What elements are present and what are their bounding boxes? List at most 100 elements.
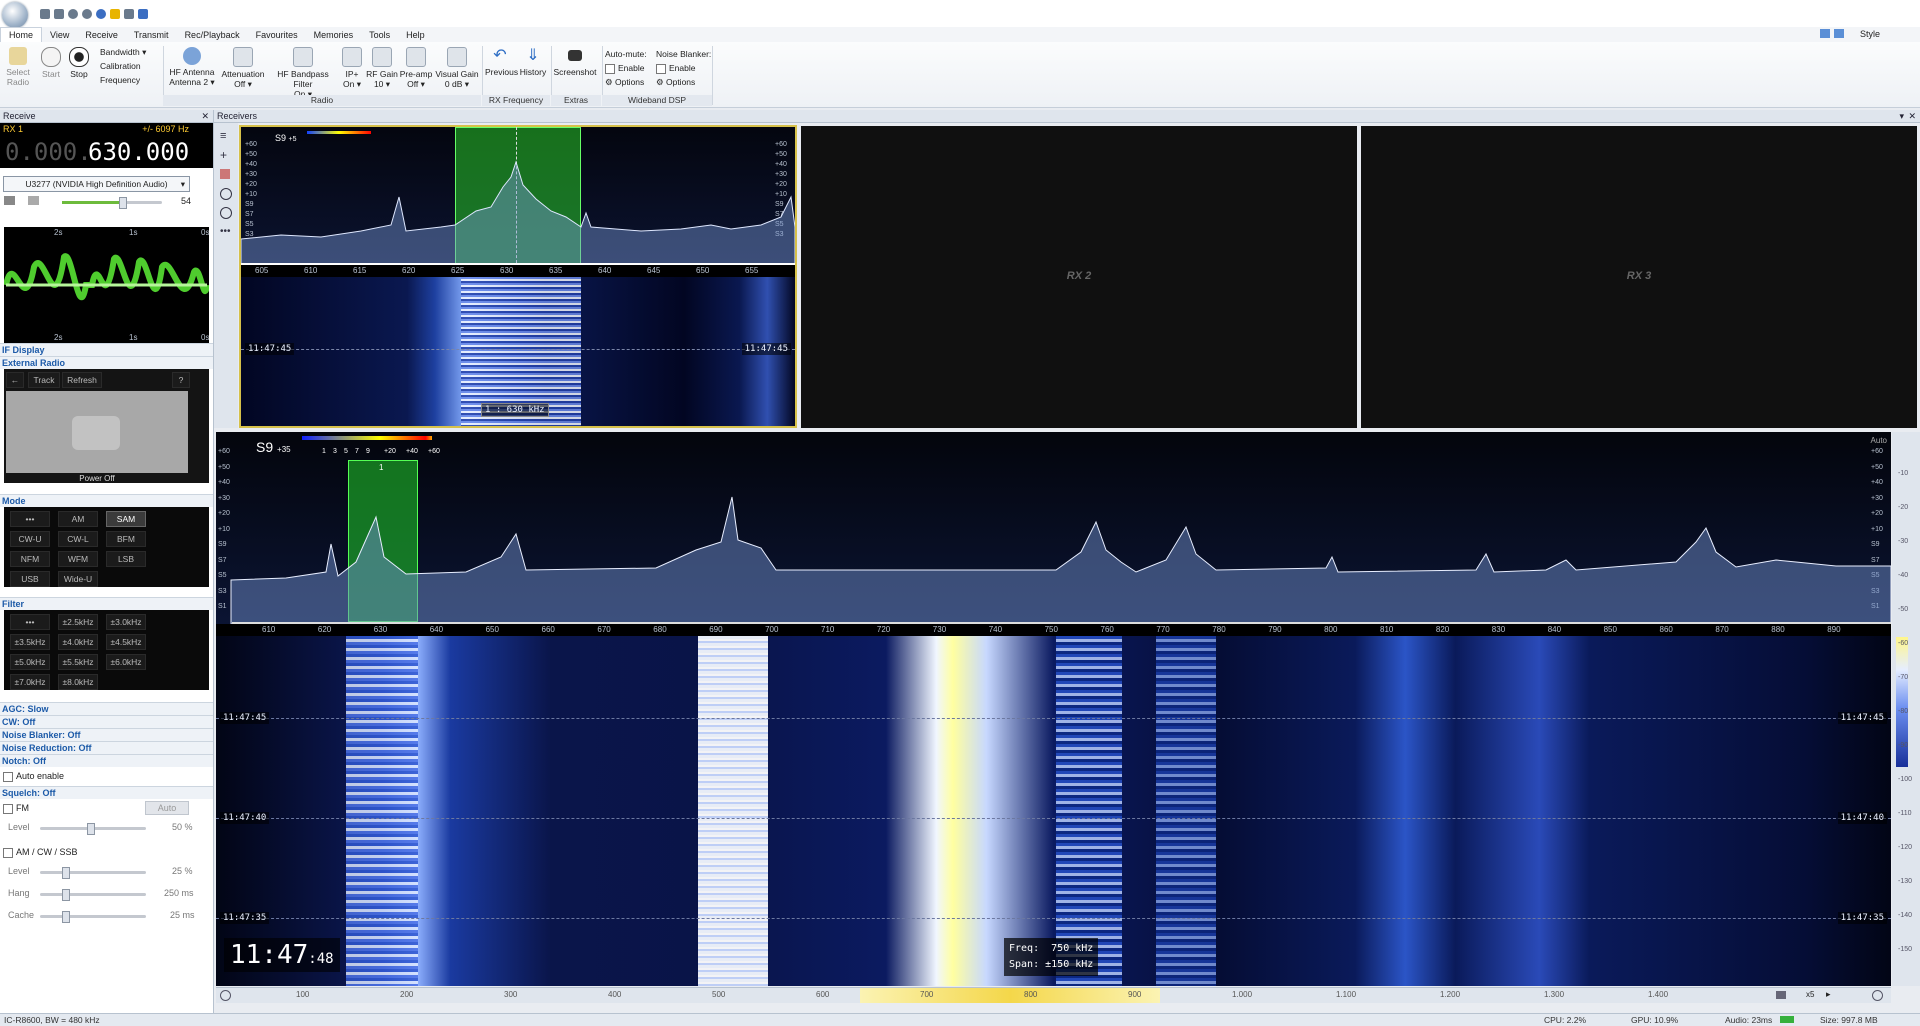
mode-lsb-button[interactable]: LSB — [106, 551, 146, 567]
equalizer-icon[interactable] — [4, 196, 15, 205]
wideband-spectrum[interactable]: S9 +35 1 3 5 7 9 +20 +40 +60 +60 +50 +40 +30 +20 +10… — [216, 432, 1891, 624]
style-menu[interactable]: Style — [1860, 28, 1880, 41]
back-button[interactable]: ← — [6, 372, 24, 388]
filter-more-button[interactable]: ••• — [10, 614, 50, 630]
mode-wideu-button[interactable]: Wide-U — [58, 571, 98, 587]
menu-favourites[interactable]: Favourites — [248, 28, 306, 42]
stop-icon[interactable] — [82, 9, 92, 19]
bandwidth-button[interactable]: Bandwidth ▾ — [100, 47, 146, 57]
auto-enable-checkbox[interactable] — [3, 771, 13, 782]
application-menu-button[interactable] — [2, 2, 28, 28]
noise-blanker-checkbox[interactable] — [656, 63, 666, 74]
star-icon[interactable] — [110, 9, 120, 19]
fm-level-slider[interactable] — [40, 823, 146, 835]
am-level-slider[interactable] — [40, 867, 146, 879]
auto-mute-enable[interactable]: Enable — [605, 63, 644, 74]
more-icon[interactable]: ••• — [220, 226, 231, 237]
agc-section[interactable]: AGC: Slow — [0, 702, 213, 715]
mode-more-button[interactable]: ••• — [10, 511, 50, 527]
zoom-out-icon[interactable] — [220, 207, 232, 219]
filter-2-5-button[interactable]: ±2.5kHz — [58, 614, 98, 630]
menu-rec-playback[interactable]: Rec/Playback — [177, 28, 248, 42]
arrow-right-icon[interactable]: ▸ — [1826, 989, 1831, 1000]
cw-section[interactable]: CW: Off — [0, 715, 213, 728]
mode-sam-button[interactable]: SAM — [106, 511, 146, 527]
zoom-in-icon[interactable] — [220, 188, 232, 200]
reset-icon[interactable] — [220, 990, 231, 1001]
frequency-button[interactable]: Frequency — [100, 75, 140, 85]
filter-5-0-button[interactable]: ±5.0kHz — [10, 654, 50, 670]
volume-slider[interactable] — [62, 197, 162, 209]
layout-icon[interactable] — [1820, 29, 1830, 38]
squelch-auto-button[interactable]: Auto — [145, 801, 189, 815]
noise-reduction-section[interactable]: Noise Reduction: Off — [0, 741, 213, 754]
filter-3-0-button[interactable]: ±3.0kHz — [106, 614, 146, 630]
am-level-knob[interactable] — [62, 867, 70, 879]
overview-bar[interactable]: x5 ▸ 100 200 300 400 500 600 700 800 900 1.000 1.1… — [216, 987, 1891, 1003]
cache-knob[interactable] — [62, 911, 70, 923]
home-icon[interactable] — [40, 9, 50, 19]
frequency-display[interactable]: RX 1 +/- 6097 Hz 0.000. 630.000 — [0, 123, 213, 168]
chevron-down-icon[interactable]: ▾ — [1899, 110, 1904, 122]
target-icon[interactable] — [1872, 990, 1883, 1001]
previous-button[interactable]: ↶ Previous — [485, 47, 518, 77]
select-radio-button[interactable]: Select Radio — [4, 47, 32, 87]
rx1-display[interactable]: S9 +5 +60 +50 +40 +30 +20 +10 S9 S7 S5 S3 +60 +50 +… — [239, 125, 797, 428]
noise-blanker-enable[interactable]: Enable — [656, 63, 695, 74]
stop-button[interactable]: Stop — [68, 47, 90, 79]
screenshot-button[interactable]: Screenshot — [553, 47, 597, 77]
ip-button[interactable]: IP+ On ▾ — [340, 47, 364, 89]
mode-section[interactable]: Mode — [0, 494, 213, 507]
auto-enable-option[interactable]: Auto enable — [3, 771, 64, 782]
window-icon[interactable] — [1834, 29, 1844, 38]
mode-bfm-button[interactable]: BFM — [106, 531, 146, 547]
filter-7-0-button[interactable]: ±7.0kHz — [10, 674, 50, 690]
hf-bandpass-button[interactable]: HF Bandpass Filter On ▾ — [268, 47, 338, 99]
rx3-display[interactable]: RX 3 — [1361, 126, 1917, 428]
noise-blanker-section[interactable]: Noise Blanker: Off — [0, 728, 213, 741]
mode-cwu-button[interactable]: CW-U — [10, 531, 50, 547]
menu-tools[interactable]: Tools — [361, 28, 398, 42]
filter-8-0-button[interactable]: ±8.0kHz — [58, 674, 98, 690]
filter-section[interactable]: Filter — [0, 597, 213, 610]
close-icon[interactable]: ✕ — [1908, 110, 1916, 122]
fm-checkbox[interactable] — [3, 803, 13, 814]
rx1-spectrum[interactable]: S9 +5 +60 +50 +40 +30 +20 +10 S9 S7 S5 S3 +60 +50 +… — [241, 127, 795, 265]
squelch-section[interactable]: Squelch: Off — [0, 786, 213, 799]
eraser-icon[interactable] — [220, 169, 230, 179]
overview-visible-range[interactable] — [860, 988, 1160, 1003]
keyboard-icon[interactable] — [1776, 991, 1786, 999]
history-button[interactable]: ⇓ History — [518, 47, 548, 77]
external-radio-section[interactable]: External Radio — [0, 356, 213, 369]
plus-icon[interactable]: + — [220, 149, 232, 161]
settings-icon[interactable] — [124, 9, 134, 19]
wideband-waterfall[interactable]: 11:47:45 11:47:45 11:47:40 11:47:40 11:4… — [216, 636, 1891, 986]
noise-blanker-options[interactable]: ⚙ Options — [656, 77, 695, 87]
close-icon[interactable]: ✕ — [201, 110, 209, 122]
menu-help[interactable]: Help — [398, 28, 433, 42]
folder-icon[interactable] — [54, 9, 64, 19]
menu-memories[interactable]: Memories — [306, 28, 362, 42]
hang-knob[interactable] — [62, 889, 70, 901]
mode-wfm-button[interactable]: WFM — [58, 551, 98, 567]
mode-nfm-button[interactable]: NFM — [10, 551, 50, 567]
hang-slider[interactable] — [40, 889, 146, 901]
filter-4-5-button[interactable]: ±4.5kHz — [106, 634, 146, 650]
fm-squelch-option[interactable]: FM — [3, 803, 29, 814]
mode-usb-button[interactable]: USB — [10, 571, 50, 587]
menu-icon[interactable]: ≡ — [220, 131, 232, 142]
calibration-button[interactable]: Calibration — [100, 61, 141, 71]
menu-transmit[interactable]: Transmit — [126, 28, 177, 42]
filter-6-0-button[interactable]: ±6.0kHz — [106, 654, 146, 670]
menu-view[interactable]: View — [42, 28, 77, 42]
rx2-display[interactable]: RX 2 — [801, 126, 1357, 428]
add-icon[interactable] — [96, 9, 106, 19]
mode-am-button[interactable]: AM — [58, 511, 98, 527]
track-button[interactable]: Track — [28, 372, 60, 388]
zoom-factor[interactable]: x5 — [1806, 990, 1814, 999]
mode-cwl-button[interactable]: CW-L — [58, 531, 98, 547]
fm-level-knob[interactable] — [87, 823, 95, 835]
notch-section[interactable]: Notch: Off — [0, 754, 213, 767]
auto-mute-checkbox[interactable] — [605, 63, 615, 74]
refresh-button[interactable]: Refresh — [62, 372, 102, 388]
